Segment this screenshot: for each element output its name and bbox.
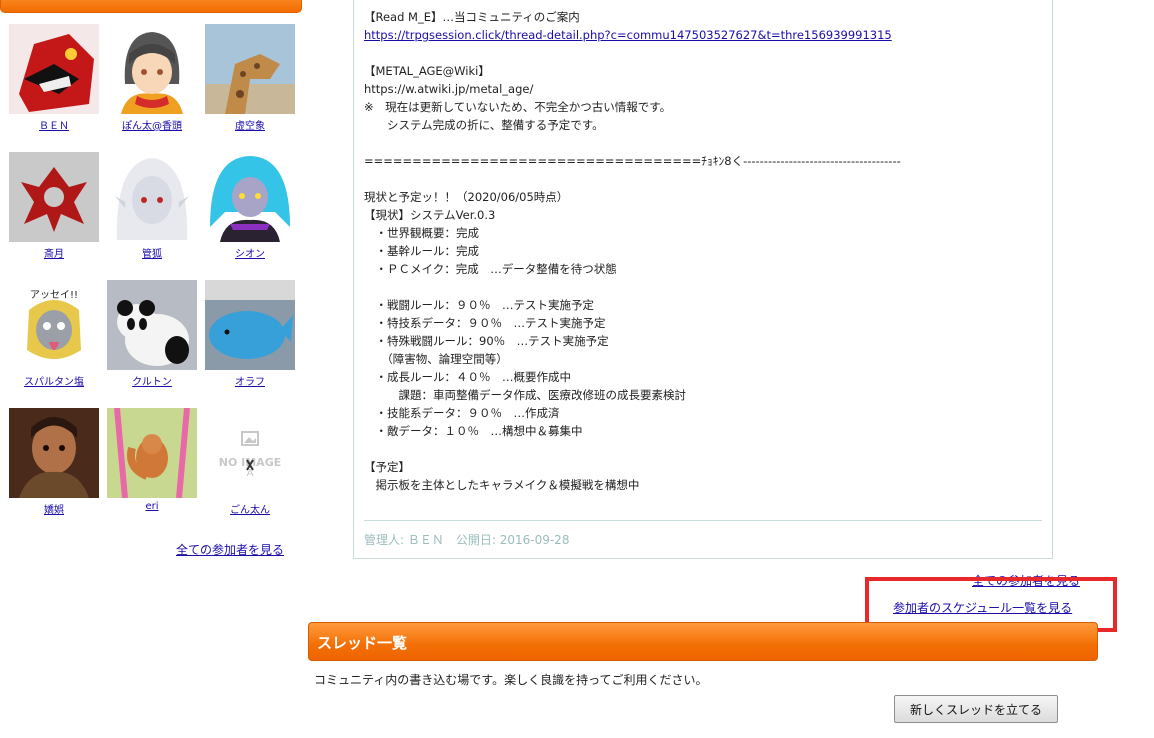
member-name[interactable]: 嬌娯 xyxy=(8,501,100,516)
thread-list-description: コミュニティ内の書き込む場です。楽しく良識を持ってご利用ください。 xyxy=(314,673,708,687)
thread-list-title: スレッド一覧 xyxy=(317,634,408,652)
member-name[interactable]: オラフ xyxy=(204,373,296,388)
no-image-placeholder-icon[interactable]: NO IMAGE A xyxy=(205,408,295,498)
status-item: ・基幹ルール：完成 xyxy=(364,244,479,258)
status-item: ・世界観概要：完成 xyxy=(364,226,479,240)
plan-header: 【予定】 xyxy=(364,460,410,474)
status-item: 課題：車両整備データ作成、医療改修班の成長要素検討 xyxy=(364,388,686,402)
member-name[interactable]: ごん太ん xyxy=(204,501,296,516)
member-avatar-ben[interactable] xyxy=(9,24,99,114)
member-card[interactable]: 管狐 xyxy=(106,152,198,260)
thread-list-header: スレッド一覧 xyxy=(308,622,1098,661)
status-item: ・特殊戦闘ルール：90％ …テスト実施予定 xyxy=(364,334,609,348)
member-card[interactable]: 嬌娯 xyxy=(8,408,100,516)
svg-text:アッセイ!!: アッセイ!! xyxy=(30,289,78,301)
note-line: ※ 現在は更新していないため、不完全かつ古い情報です。 xyxy=(364,100,672,114)
member-avatar-emblem[interactable] xyxy=(9,152,99,242)
sidebar-header-bar xyxy=(0,0,302,13)
member-name[interactable]: ぽん太@香頭 xyxy=(106,117,198,132)
member-avatar-panda[interactable] xyxy=(107,280,197,370)
status-item: ・戦闘ルール：９０％ …テスト実施予定 xyxy=(364,298,594,312)
member-avatar-girl[interactable] xyxy=(107,24,197,114)
all-members-link[interactable]: 全ての参加者を見る xyxy=(176,541,284,558)
new-thread-button[interactable]: 新しくスレッドを立てる xyxy=(894,695,1058,723)
member-name[interactable]: eri xyxy=(106,501,198,512)
member-name[interactable]: クルトン xyxy=(106,373,198,388)
member-card[interactable]: ぽん太@香頭 xyxy=(106,24,198,132)
member-card[interactable]: クルトン xyxy=(106,280,198,388)
member-avatar-mask[interactable]: アッセイ!! xyxy=(9,280,99,370)
member-card[interactable]: NO IMAGE A ごん太ん xyxy=(204,408,296,516)
admin-info: 管理人: ＢＥＮ 公開日: 2016-09-28 xyxy=(364,533,570,547)
member-name[interactable]: 斎月 xyxy=(8,245,100,260)
member-avatar-white-hair[interactable] xyxy=(107,152,197,242)
status-item: ・技能系データ：９０％ …作成済 xyxy=(364,406,560,420)
note-line: システム完成の折に、整備する予定です。 xyxy=(364,118,604,132)
wiki-url: https://w.atwiki.jp/metal_age/ xyxy=(364,82,534,96)
member-card[interactable]: ＢＥＮ xyxy=(8,24,100,132)
status-item: ・成長ルール：４０％ …概要作成中 xyxy=(364,370,571,384)
member-avatar-blue-hair[interactable] xyxy=(205,152,295,242)
plan-text: 掲示板を主体としたキャラメイク＆模擬戦を構想中 xyxy=(364,478,640,492)
member-avatar-squirrel[interactable] xyxy=(107,408,197,498)
member-card[interactable]: 斎月 xyxy=(8,152,100,260)
read-me-link[interactable]: https://trpgsession.click/thread-detail.… xyxy=(364,28,892,42)
member-avatar-giraffe[interactable] xyxy=(205,24,295,114)
community-description-box: 【Read M_E】…当コミュニティのご案内 https://trpgsessio… xyxy=(353,0,1053,559)
member-name[interactable]: 虚空象 xyxy=(204,117,296,132)
description-text: 【Read M_E】…当コミュニティのご案内 https://trpgsessio… xyxy=(364,8,901,494)
status-header: 【現状】システムVer.0.3 xyxy=(364,208,496,222)
member-card[interactable]: オラフ xyxy=(204,280,296,388)
member-name[interactable]: シオン xyxy=(204,245,296,260)
member-card[interactable]: シオン xyxy=(204,152,296,260)
member-card[interactable]: アッセイ!! スパルタン塩 xyxy=(8,280,100,388)
status-item: ・敵データ：１０％ …構想中＆募集中 xyxy=(364,424,583,438)
status-item: ・特技系データ：９０％ …テスト実施予定 xyxy=(364,316,606,330)
member-avatar-warrior[interactable] xyxy=(9,408,99,498)
member-name[interactable]: 管狐 xyxy=(106,245,198,260)
member-card[interactable]: eri xyxy=(106,408,198,512)
member-avatar-whale[interactable] xyxy=(205,280,295,370)
member-card[interactable]: 虚空象 xyxy=(204,24,296,132)
status-item: （障害物、論理空間等） xyxy=(364,352,508,366)
status-item: ・ＰＣメイク：完成 …データ整備を待つ状態 xyxy=(364,262,617,276)
status-title: 現状と予定ッ！！（2020/06/05時点） xyxy=(364,190,569,204)
admin-divider xyxy=(364,520,1042,521)
divider-line: ===================================ﾁｮｷﾝ8… xyxy=(364,154,901,168)
member-name[interactable]: ＢＥＮ xyxy=(8,117,100,132)
wiki-label: 【METAL_AGE@Wiki】 xyxy=(364,64,490,78)
read-me-label: 【Read M_E】…当コミュニティのご案内 xyxy=(364,10,580,24)
member-name[interactable]: スパルタン塩 xyxy=(8,373,100,388)
